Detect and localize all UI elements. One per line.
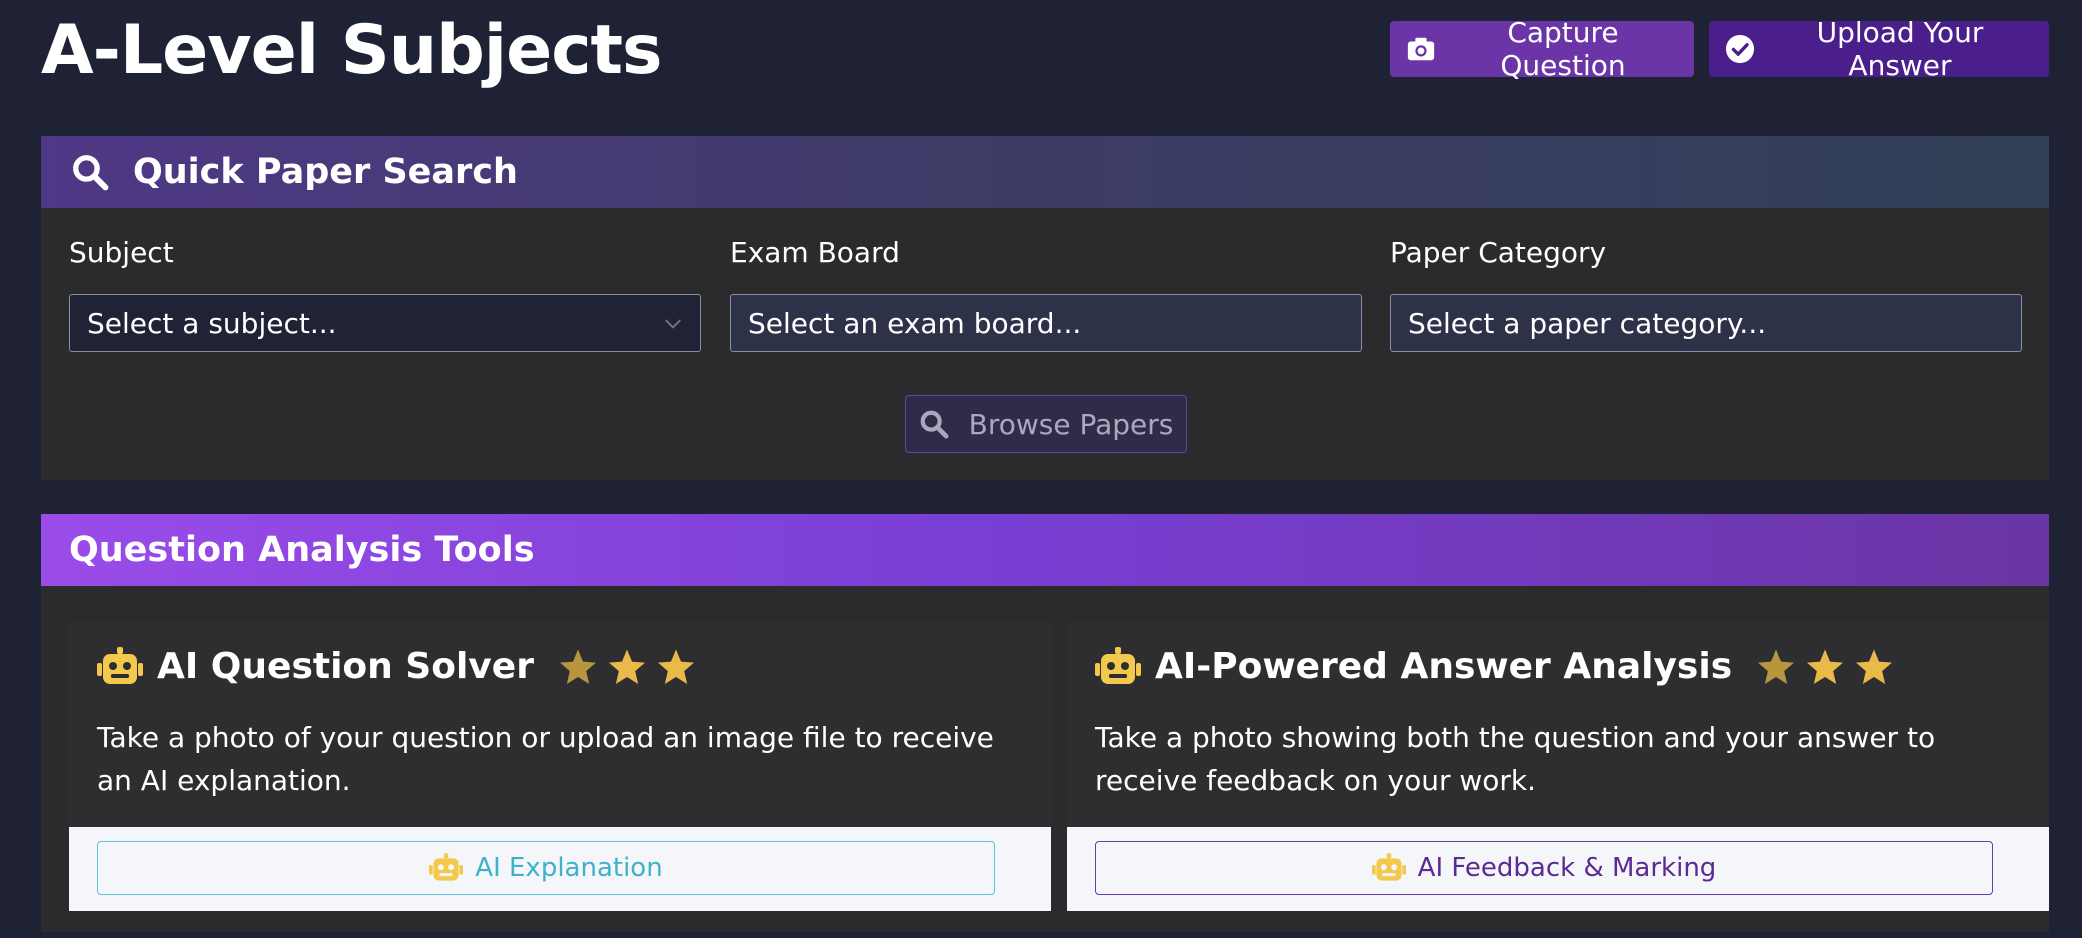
ai-answer-analysis-panel: AI-Powered Answer Analysis Take a photo … <box>1067 622 2049 911</box>
star-icon <box>1807 649 1844 684</box>
ai-explanation-label: AI Explanation <box>475 853 663 883</box>
tool-footer: AI Feedback & Marking <box>1067 827 2049 911</box>
ai-answer-analysis-title: AI-Powered Answer Analysis <box>1155 646 1733 687</box>
tools-card-title: Question Analysis Tools <box>69 530 535 570</box>
paper-category-select-value: Select a paper category... <box>1408 306 1767 340</box>
chevron-down-icon <box>665 319 681 329</box>
rating-stars <box>1756 647 1894 687</box>
tool-footer: AI Explanation <box>69 827 1051 911</box>
camera-icon <box>1407 37 1435 61</box>
ai-question-solver-panel: AI Question Solver Take a photo of your … <box>69 622 1051 911</box>
ai-question-solver-description: Take a photo of your question or upload … <box>97 721 994 797</box>
star-icon <box>559 649 596 684</box>
search-icon <box>920 410 949 439</box>
search-icon <box>73 155 109 191</box>
ai-answer-analysis-description: Take a photo showing both the question a… <box>1095 721 1936 797</box>
star-icon <box>657 649 694 684</box>
robot-icon <box>1371 853 1406 881</box>
star-icon <box>1856 649 1893 684</box>
tools-card-header: Question Analysis Tools <box>41 514 2049 586</box>
tool-title: AI Question Solver <box>97 646 696 687</box>
paper-category-label: Paper Category <box>1390 236 1607 269</box>
search-card-title: Quick Paper Search <box>133 152 518 192</box>
subject-select-value: Select a subject... <box>87 306 337 340</box>
capture-question-label: Capture Question <box>1500 16 1626 82</box>
exam-board-select[interactable]: Select an exam board... <box>730 294 1362 352</box>
quick-paper-search-card: Quick Paper Search Subject Select a subj… <box>41 136 2049 480</box>
star-icon <box>608 649 645 684</box>
check-circle-icon <box>1725 34 1755 64</box>
upload-answer-label: Upload Your Answer <box>1816 16 1984 82</box>
upload-answer-button[interactable]: Upload Your Answer <box>1709 16 2049 82</box>
subject-select[interactable]: Select a subject... <box>69 294 701 352</box>
robot-icon <box>429 853 464 881</box>
paper-category-select[interactable]: Select a paper category... <box>1390 294 2022 352</box>
ai-question-solver-title: AI Question Solver <box>157 646 534 687</box>
ai-explanation-button[interactable]: AI Explanation <box>97 841 995 895</box>
robot-icon <box>97 646 143 684</box>
search-card-header: Quick Paper Search <box>41 136 2049 208</box>
question-analysis-tools-card: Question Analysis Tools AI Question Solv… <box>41 514 2049 932</box>
browse-papers-label: Browse Papers <box>968 407 1174 441</box>
exam-board-label: Exam Board <box>730 236 900 269</box>
star-icon <box>1758 649 1795 684</box>
ai-feedback-marking-label: AI Feedback & Marking <box>1417 853 1717 883</box>
rating-stars <box>558 647 696 687</box>
exam-board-select-value: Select an exam board... <box>748 306 1082 340</box>
robot-icon <box>1095 646 1141 684</box>
subject-label: Subject <box>69 236 174 269</box>
ai-feedback-marking-button[interactable]: AI Feedback & Marking <box>1095 841 1993 895</box>
capture-question-button[interactable]: Capture Question <box>1390 16 1694 82</box>
page-title: A-Level Subjects <box>41 11 663 90</box>
browse-papers-button[interactable]: Browse Papers <box>905 395 1187 453</box>
tool-title: AI-Powered Answer Analysis <box>1095 646 1894 687</box>
